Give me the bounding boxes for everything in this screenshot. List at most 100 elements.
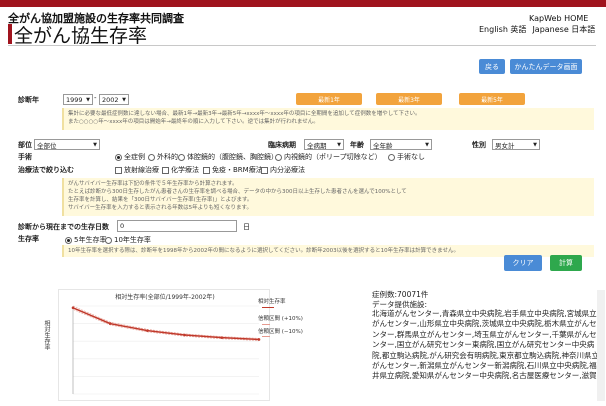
home-link[interactable]: KapWeb HOME: [529, 14, 588, 23]
option-label: 免疫・BRM療法: [212, 166, 263, 174]
chevron-down-icon: ▼: [337, 141, 341, 148]
top-accent-bar: [0, 0, 606, 7]
year-to-value: 2002: [102, 95, 119, 104]
title-accent: [8, 24, 12, 44]
chart-confidence-interval: [72, 305, 260, 341]
checkbox[interactable]: [115, 166, 122, 174]
lang-ja-link[interactable]: Japanese 日本語: [532, 25, 595, 34]
rate-5-year[interactable]: 5年生存率: [65, 235, 106, 245]
chevron-down-icon: ▼: [425, 141, 429, 148]
year-note: 集計に必要な最低症例数に達しない場合、最新1年→最新3年→最新5年→xxxx年～…: [62, 108, 594, 130]
data-point: [220, 336, 224, 339]
surgery-option-none[interactable]: 手術なし: [388, 152, 425, 162]
option-label: 10年生存率: [114, 236, 151, 244]
surgery-option-all[interactable]: 全症例: [115, 152, 145, 162]
surgery-label: 手術: [18, 153, 32, 161]
age-value: 全年齢: [373, 141, 393, 150]
therapy-radiation[interactable]: 放射線治療: [115, 165, 159, 175]
surgery-option-endoscopic[interactable]: 内視鏡的（ポリープ切除など）: [275, 152, 382, 162]
sex-value: 男女計: [495, 141, 515, 150]
survivor-note-line: 生存率を計算し、結果を「300日サバイバー生存率(生存率)」とよびます。: [68, 197, 253, 203]
chevron-down-icon: ▼: [533, 141, 537, 148]
legend-ci-upper-swatch: [262, 324, 270, 325]
chart-y-label: 相対生存率: [43, 320, 50, 350]
rate-note-line: 10年生存率を選択する際は、診断年を1998年から2002年の間になるように選択…: [68, 248, 459, 254]
year-from-value: 1999: [66, 95, 83, 104]
header-divider: [8, 45, 596, 46]
chart-title: 相対生存率(全部位/1999年-2002年): [115, 293, 214, 301]
data-point: [108, 322, 112, 325]
simple-data-button[interactable]: かんたんデータ画面: [510, 59, 582, 74]
radio[interactable]: [178, 153, 185, 161]
option-label: 5年生存率: [74, 236, 107, 244]
legend-relative: 相対生存率: [258, 299, 286, 305]
data-point: [71, 306, 75, 310]
therapy-label: 治療法で絞り込む: [18, 166, 74, 174]
option-label: 放射線治療: [124, 166, 159, 174]
therapy-immuno[interactable]: 免疫・BRM療法: [203, 165, 263, 175]
year-separator: -: [94, 94, 97, 102]
legend-ci-lower-swatch: [262, 336, 270, 337]
days-value: 0: [120, 222, 125, 230]
year-note-line: また○○○○年～xxxx年の項目は開始年→最終年の順に入力して下さい。逆では集計…: [68, 119, 319, 125]
year-to-select[interactable]: 2002 ▼: [99, 94, 129, 105]
latest-1-year-button[interactable]: 最新1年: [296, 93, 362, 105]
radio[interactable]: [148, 153, 155, 161]
therapy-chemo[interactable]: 化学療法: [162, 165, 199, 175]
latest-5-year-button[interactable]: 最新5年: [459, 93, 525, 105]
year-from-select[interactable]: 1999 ▼: [63, 94, 93, 105]
sex-label: 性別: [472, 141, 486, 149]
stage-label: 臨床病期: [268, 141, 296, 149]
checkbox[interactable]: [261, 166, 268, 174]
age-select[interactable]: 全年齢 ▼: [370, 139, 432, 150]
chevron-down-icon: ▼: [86, 96, 90, 103]
rate-10-year[interactable]: 10年生存率: [105, 235, 151, 245]
radio[interactable]: [388, 153, 395, 161]
radio[interactable]: [275, 153, 282, 161]
surgery-option-surgical[interactable]: 外科的: [148, 152, 178, 162]
radio[interactable]: [105, 236, 112, 244]
site-label: 部位: [18, 141, 32, 149]
data-point: [183, 333, 186, 337]
checkbox[interactable]: [203, 166, 210, 174]
survivor-note-line: たとえば診断から300日生存したがん患者さんの生存率を調べる場合、データの中から…: [68, 189, 407, 195]
option-label: 全症例: [124, 153, 145, 161]
rate-label: 生存率: [18, 235, 39, 243]
year-note-line: 集計に必要な最低症例数に達しない場合、最新1年→最新3年→最新5年→xxxx年～…: [68, 111, 421, 117]
therapy-endocrine[interactable]: 内分泌療法: [261, 165, 305, 175]
latest-3-year-button[interactable]: 最新3年: [376, 93, 442, 105]
clear-button[interactable]: クリア: [504, 255, 542, 271]
option-label: 外科的: [157, 153, 178, 161]
site-select[interactable]: 全部位 ▼: [34, 139, 100, 150]
days-label: 診断から現在までの生存日数: [18, 223, 109, 231]
stage-select[interactable]: 全病期 ▼: [304, 139, 344, 150]
language-switcher: English 英語 Japanese 日本語: [473, 24, 595, 35]
option-label: 内分泌療法: [270, 166, 305, 174]
calculate-button[interactable]: 計算: [550, 255, 582, 271]
legend-ci-upper: 信頼区間 (+10%): [258, 316, 303, 322]
survival-chart: 相対生存率(全部位/1999年-2002年): [58, 289, 270, 401]
surgery-option-laparoscopic[interactable]: 体腔鏡的（腹腔鏡、胸腔鏡）: [178, 152, 278, 162]
survivor-note: がんサバイバー生存率は下記の条件で５年生存率から計算されます。 たとえば診断から…: [62, 178, 594, 216]
data-point: [146, 329, 149, 332]
legend-relative-swatch: [262, 307, 274, 308]
site-value: 全部位: [37, 141, 57, 150]
page-scrollbar[interactable]: [597, 290, 605, 401]
option-label: 内視鏡的（ポリープ切除など）: [284, 153, 382, 161]
age-label: 年齢: [350, 141, 364, 149]
back-button[interactable]: 戻る: [479, 59, 505, 74]
checkbox[interactable]: [162, 166, 169, 174]
chevron-down-icon: ▼: [122, 96, 126, 103]
lang-en-link[interactable]: English 英語: [479, 25, 526, 34]
chevron-down-icon: ▼: [93, 141, 97, 148]
year-label: 診断年: [18, 96, 39, 104]
facility-list: 北海道がんセンター,青森県立中央病院,岩手県立中央病院,宮城県立がんセンター,山…: [372, 309, 600, 381]
sex-select[interactable]: 男女計 ▼: [492, 139, 540, 150]
radio-selected[interactable]: [65, 236, 72, 244]
survival-chart-svg: 相対生存率(全部位/1999年-2002年): [71, 293, 261, 395]
survivor-note-line: サバイバー生存率を入力すると表示される年数は5年よりも短くなります。: [68, 205, 253, 211]
option-label: 化学療法: [171, 166, 199, 174]
radio-selected[interactable]: [115, 153, 122, 161]
legend-ci-lower: 信頼区間 (−10%): [258, 329, 303, 335]
days-input[interactable]: 0: [117, 220, 237, 232]
